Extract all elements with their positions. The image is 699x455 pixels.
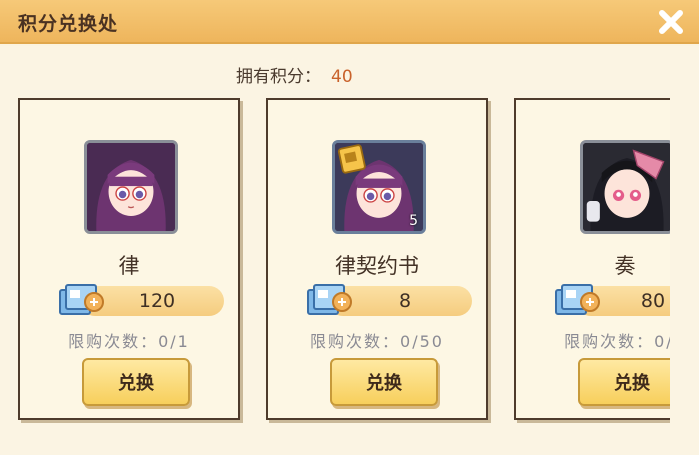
purchase-limit: 限购次数：0/1 <box>68 332 190 351</box>
shop-card: 律 120 限购次数：0/1 兑换 <box>18 98 240 420</box>
redeem-button[interactable]: 兑换 <box>578 358 670 406</box>
portrait-image <box>84 140 178 234</box>
close-button[interactable] <box>653 4 689 40</box>
item-name: 律契约书 <box>335 254 419 278</box>
item-quantity-badge: 5 <box>409 213 418 229</box>
item-name: 奏 <box>614 254 636 278</box>
portrait-image: 5 <box>332 140 426 234</box>
ticket-icon <box>555 284 600 315</box>
redeem-button[interactable]: 兑换 <box>82 358 190 406</box>
portrait-image <box>580 140 670 234</box>
purchase-limit: 限购次数：0/50 <box>310 332 444 351</box>
window-title: 积分兑换处 <box>18 13 119 35</box>
ticket-icon <box>59 284 104 315</box>
ticket-icon <box>307 284 352 315</box>
points-label: 拥有积分： <box>236 67 321 87</box>
title-bar: 积分兑换处 <box>0 0 699 44</box>
item-name: 律 <box>118 254 140 278</box>
close-x-icon <box>659 10 683 34</box>
shop-card: 5 律契约书 8 限购次数：0/50 兑换 <box>266 98 488 420</box>
redeem-button[interactable]: 兑换 <box>330 358 438 406</box>
points-display: 拥有积分： 40 <box>236 62 353 87</box>
card-list[interactable]: 律 120 限购次数：0/1 兑换 5 律契约书 8 限购次数：0/50 兑换 … <box>0 92 670 455</box>
points-value: 40 <box>331 67 353 87</box>
purchase-limit: 限购次数：0/1 <box>564 332 670 351</box>
shop-card: 奏 80 限购次数：0/1 兑换 <box>514 98 670 420</box>
